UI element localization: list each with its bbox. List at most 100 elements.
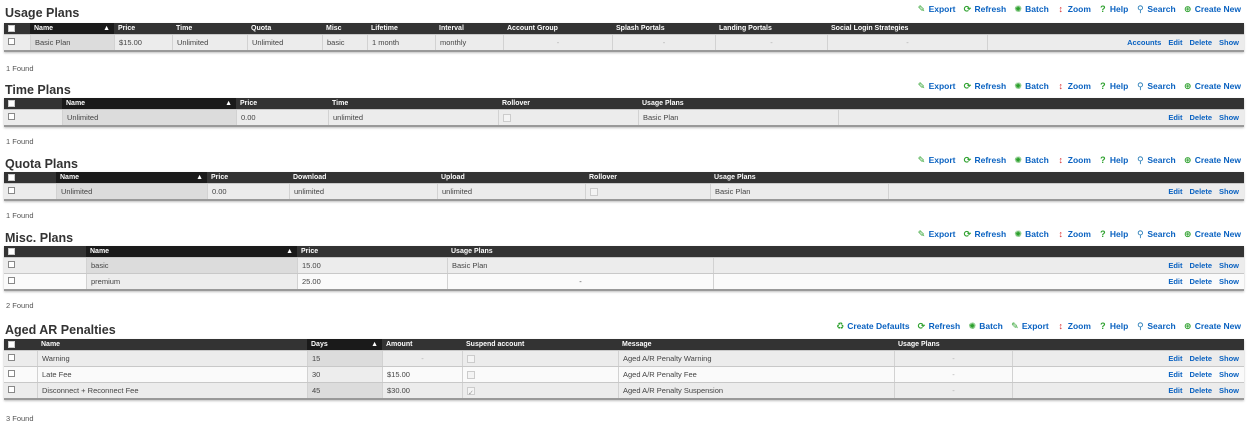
zoom-button[interactable]: ↕ Zoom — [1056, 155, 1091, 165]
col-usage-plans[interactable]: Usage Plans — [638, 98, 838, 109]
col-rollover[interactable]: Rollover — [498, 98, 638, 109]
table-row[interactable]: Unlimited 0.00 unlimited unlimited Basic… — [4, 183, 1244, 199]
message-link[interactable]: Aged A/R Penalty Suspension — [618, 383, 894, 398]
col-name[interactable]: Name — [37, 339, 307, 350]
show-link[interactable]: Show — [1219, 277, 1239, 286]
col-suspend-account[interactable]: Suspend account — [462, 339, 618, 350]
export-button[interactable]: ✎ Export — [917, 229, 956, 239]
select-all-checkbox[interactable] — [8, 174, 15, 181]
row-checkbox[interactable] — [8, 187, 15, 194]
table-row[interactable]: premium 25.00 - Edit Delete Show — [4, 273, 1244, 289]
edit-link[interactable]: Edit — [1168, 113, 1182, 122]
edit-link[interactable]: Edit — [1168, 38, 1182, 47]
delete-link[interactable]: Delete — [1189, 386, 1212, 395]
refresh-button[interactable]: ⟳ Refresh — [962, 229, 1006, 239]
show-link[interactable]: Show — [1219, 38, 1239, 47]
zoom-button[interactable]: ↕ Zoom — [1056, 4, 1091, 14]
col-rollover[interactable]: Rollover — [585, 172, 710, 183]
export-button[interactable]: ✎ Export — [917, 4, 956, 14]
message-link[interactable]: Aged A/R Penalty Warning — [618, 351, 894, 366]
col-download[interactable]: Download — [289, 172, 437, 183]
edit-link[interactable]: Edit — [1168, 354, 1182, 363]
col-message[interactable]: Message — [618, 339, 894, 350]
table-row[interactable]: Warning 15 - Aged A/R Penalty Warning - … — [4, 350, 1244, 366]
row-checkbox[interactable] — [8, 277, 15, 284]
usage-plan-link[interactable]: Basic Plan — [447, 258, 713, 273]
table-row[interactable]: Basic Plan $15.00 Unlimited Unlimited ba… — [4, 34, 1244, 50]
time-plan-link[interactable]: Unlimited — [172, 35, 247, 50]
edit-link[interactable]: Edit — [1168, 277, 1182, 286]
export-button[interactable]: ✎ Export — [917, 81, 956, 91]
row-checkbox[interactable] — [8, 113, 15, 120]
zoom-button[interactable]: ↕ Zoom — [1056, 321, 1091, 331]
refresh-button[interactable]: ⟳ Refresh — [962, 81, 1006, 91]
col-interval[interactable]: Interval — [435, 23, 503, 34]
col-landing-portals[interactable]: Landing Portals — [715, 23, 827, 34]
delete-link[interactable]: Delete — [1189, 38, 1212, 47]
search-button[interactable]: ⚲ Search — [1135, 155, 1176, 165]
message-link[interactable]: Aged A/R Penalty Fee — [618, 367, 894, 382]
misc-plan-link[interactable]: basic — [322, 35, 367, 50]
delete-link[interactable]: Delete — [1189, 277, 1212, 286]
table-row[interactable]: Late Fee 30 $15.00 Aged A/R Penalty Fee … — [4, 366, 1244, 382]
usage-plan-link[interactable]: Basic Plan — [638, 110, 838, 125]
col-usage-plans[interactable]: Usage Plans — [894, 339, 1012, 350]
delete-link[interactable]: Delete — [1189, 354, 1212, 363]
col-misc[interactable]: Misc — [322, 23, 367, 34]
edit-link[interactable]: Edit — [1168, 261, 1182, 270]
col-days[interactable]: Days ▲ — [307, 339, 382, 350]
batch-button[interactable]: ✺ Batch — [1013, 229, 1048, 239]
col-usage-plans[interactable]: Usage Plans — [710, 172, 888, 183]
help-button[interactable]: ? Help — [1098, 229, 1128, 239]
col-name[interactable]: Name ▲ — [56, 172, 207, 183]
col-social-login-strategies[interactable]: Social Login Strategies — [827, 23, 987, 34]
col-time[interactable]: Time — [172, 23, 247, 34]
row-checkbox[interactable] — [8, 354, 15, 361]
help-button[interactable]: ? Help — [1098, 4, 1128, 14]
create-new-button[interactable]: ⊕ Create New — [1183, 229, 1241, 239]
row-checkbox[interactable] — [8, 261, 15, 268]
show-link[interactable]: Show — [1219, 261, 1239, 270]
create-new-button[interactable]: ⊕ Create New — [1183, 4, 1241, 14]
refresh-button[interactable]: ⟳ Refresh — [917, 321, 960, 331]
select-all-checkbox[interactable] — [8, 341, 15, 348]
col-time[interactable]: Time — [328, 98, 498, 109]
delete-link[interactable]: Delete — [1189, 370, 1212, 379]
show-link[interactable]: Show — [1219, 370, 1239, 379]
refresh-button[interactable]: ⟳ Refresh — [962, 4, 1006, 14]
zoom-button[interactable]: ↕ Zoom — [1056, 229, 1091, 239]
edit-link[interactable]: Edit — [1168, 187, 1182, 196]
col-price[interactable]: Price — [236, 98, 328, 109]
col-name[interactable]: Name ▲ — [62, 98, 236, 109]
col-quota[interactable]: Quota — [247, 23, 322, 34]
col-price[interactable]: Price — [114, 23, 172, 34]
batch-button[interactable]: ✺ Batch — [967, 321, 1002, 331]
select-all-checkbox[interactable] — [8, 25, 15, 32]
help-button[interactable]: ? Help — [1098, 81, 1128, 91]
table-row[interactable]: Unlimited 0.00 unlimited Basic Plan Edit… — [4, 109, 1244, 125]
col-usage-plans[interactable]: Usage Plans — [447, 246, 713, 257]
table-row[interactable]: Disconnect + Reconnect Fee 45 $30.00 Age… — [4, 382, 1244, 398]
col-upload[interactable]: Upload — [437, 172, 585, 183]
search-button[interactable]: ⚲ Search — [1135, 81, 1176, 91]
export-button[interactable]: ✎ Export — [917, 155, 956, 165]
help-button[interactable]: ? Help — [1098, 321, 1128, 331]
accounts-link[interactable]: Accounts — [1127, 38, 1161, 47]
table-row[interactable]: basic 15.00 Basic Plan Edit Delete Show — [4, 257, 1244, 273]
delete-link[interactable]: Delete — [1189, 261, 1212, 270]
create-new-button[interactable]: ⊕ Create New — [1183, 155, 1241, 165]
search-button[interactable]: ⚲ Search — [1135, 321, 1176, 331]
create-defaults-button[interactable]: ♻ Create Defaults — [835, 321, 909, 331]
search-button[interactable]: ⚲ Search — [1135, 229, 1176, 239]
show-link[interactable]: Show — [1219, 187, 1239, 196]
col-price[interactable]: Price — [297, 246, 447, 257]
create-new-button[interactable]: ⊕ Create New — [1183, 81, 1241, 91]
col-name[interactable]: Name ▲ — [30, 23, 114, 34]
col-name[interactable]: Name ▲ — [86, 246, 297, 257]
export-button[interactable]: ✎ Export — [1010, 321, 1049, 331]
help-button[interactable]: ? Help — [1098, 155, 1128, 165]
row-checkbox[interactable] — [8, 370, 15, 377]
select-all-checkbox[interactable] — [8, 248, 15, 255]
usage-plan-link[interactable]: Basic Plan — [710, 184, 888, 199]
delete-link[interactable]: Delete — [1189, 187, 1212, 196]
